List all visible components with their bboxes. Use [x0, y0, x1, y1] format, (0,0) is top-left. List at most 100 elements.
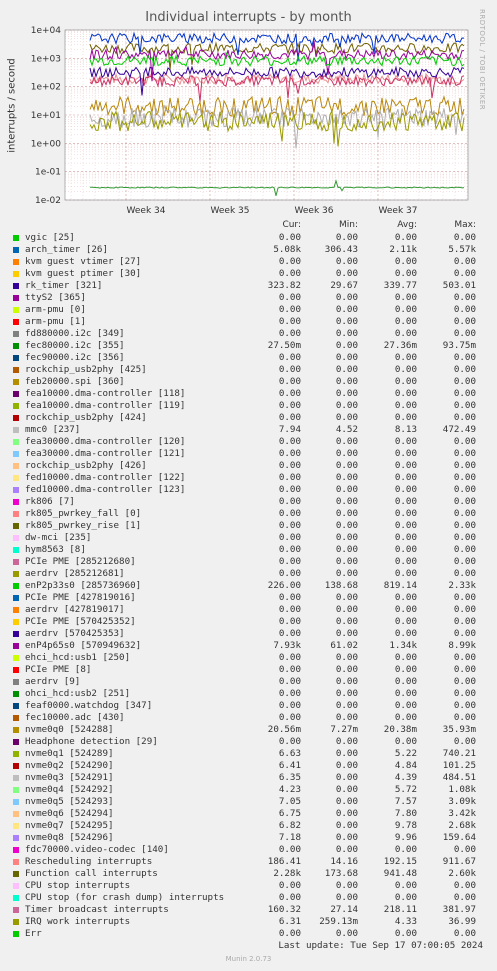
legend-value-avg: 0.00	[394, 400, 417, 411]
legend-value-cur: 6.82	[278, 820, 301, 831]
legend-value-avg: 0.00	[394, 544, 417, 555]
legend-value-min: 0.00	[335, 820, 358, 831]
header-max: Max:	[454, 220, 476, 230]
legend-series-name: rockchip_usb2phy [424]	[25, 412, 147, 423]
legend-series-name: fea10000.dma-controller [119]	[25, 400, 186, 411]
legend-value-max: 0.00	[453, 736, 476, 747]
legend-value-cur: 0.00	[278, 556, 301, 567]
legend-value-max: 0.00	[453, 556, 476, 567]
legend-swatch	[13, 619, 19, 625]
legend-series-name: arch_timer [26]	[25, 244, 108, 255]
legend-value-max: 0.00	[453, 436, 476, 447]
legend-value-avg: 0.00	[394, 628, 417, 639]
legend-value-cur: 0.00	[278, 484, 301, 495]
legend-value-max: 0.00	[453, 700, 476, 711]
legend-row: rk805_pwrkey_rise [1] 0.00 0.00 0.00 0.00	[0, 520, 497, 532]
legend-value-min: 0.00	[335, 880, 358, 891]
legend-value-min: 0.00	[335, 760, 358, 771]
legend-value-avg: 4.39	[394, 772, 417, 783]
legend-value-min: 0.00	[335, 268, 358, 279]
legend-value-avg: 0.00	[394, 688, 417, 699]
legend-value-max: 35.93m	[442, 724, 476, 735]
legend-series-name: nvme0q8 [524296]	[25, 832, 114, 843]
legend-row: PCIe PME [285212680] 0.00 0.00 0.00 0.00	[0, 556, 497, 568]
y-tick-label: 1e-01	[35, 168, 61, 178]
x-tick-label: Week 35	[211, 206, 250, 215]
legend-value-max: 0.00	[453, 412, 476, 423]
legend-row: fed10000.dma-controller [122] 0.00 0.00 0.0…	[0, 472, 497, 484]
legend-value-cur: 0.00	[278, 436, 301, 447]
legend-swatch	[13, 535, 19, 541]
legend-row: mmc0 [237] 7.94 4.52 8.13 472.49	[0, 424, 497, 436]
legend-row: fed10000.dma-controller [123] 0.00 0.00 0.0…	[0, 484, 497, 496]
legend-value-min: 0.00	[335, 604, 358, 615]
legend-value-max: 0.00	[453, 892, 476, 903]
legend-value-cur: 0.00	[278, 604, 301, 615]
legend-swatch	[13, 871, 19, 877]
legend-value-avg: 7.80	[394, 808, 417, 819]
legend-row: rk805_pwrkey_fall [0] 0.00 0.00 0.00 0.00	[0, 508, 497, 520]
legend-value-min: 0.00	[335, 652, 358, 663]
header-avg: Avg:	[397, 220, 417, 230]
legend-value-cur: 0.00	[278, 688, 301, 699]
legend-value-cur: 0.00	[278, 292, 301, 303]
legend-series-name: Rescheduling interrupts	[25, 856, 153, 867]
legend-row: Timer broadcast interrupts 160.32 27.14 218…	[0, 904, 497, 916]
legend-value-avg: 0.00	[394, 352, 417, 363]
legend-swatch	[13, 607, 19, 613]
legend-series-name: Function call interrupts	[25, 868, 158, 879]
legend-value-cur: 0.00	[278, 256, 301, 267]
legend-series-name: kvm guest vtimer [27]	[25, 256, 142, 267]
legend-swatch	[13, 463, 19, 469]
legend-series-name: fea30000.dma-controller [121]	[25, 448, 186, 459]
legend-row: PCIe PME [570425352] 0.00 0.00 0.00 0.00	[0, 616, 497, 628]
legend-value-min: 0.00	[335, 568, 358, 579]
legend-row: Headphone detection [29] 0.00 0.00 0.00 0.00	[0, 736, 497, 748]
legend-series-name: rockchip_usb2phy [425]	[25, 364, 147, 375]
legend-swatch	[13, 751, 19, 757]
legend-value-cur: 7.05	[278, 796, 301, 807]
legend-row: rk806 [7] 0.00 0.00 0.00 0.00	[0, 496, 497, 508]
legend-value-min: 29.67	[330, 280, 358, 291]
legend-series-name: fea30000.dma-controller [120]	[25, 436, 186, 447]
legend-value-cur: 0.00	[278, 472, 301, 483]
last-update: Last update: Tue Sep 17 07:00:05 2024	[278, 940, 483, 951]
legend-value-cur: 0.00	[278, 676, 301, 687]
legend-series-name: dw-mci [235]	[25, 532, 92, 543]
legend-row: fea10000.dma-controller [119] 0.00 0.00 0.0…	[0, 400, 497, 412]
legend-swatch	[13, 487, 19, 493]
legend-value-cur: 6.75	[278, 808, 301, 819]
legend-value-min: 259.13m	[319, 916, 358, 927]
legend-row: arch_timer [26] 5.08k 306.43 2.11k 5.57k	[0, 244, 497, 256]
legend-value-min: 0.00	[335, 700, 358, 711]
legend-value-max: 0.00	[453, 928, 476, 939]
legend-value-avg: 4.84	[394, 760, 417, 771]
legend-swatch	[13, 823, 19, 829]
legend-value-min: 0.00	[335, 688, 358, 699]
legend-swatch	[13, 895, 19, 901]
legend-row: rockchip_usb2phy [426] 0.00 0.00 0.00 0.00	[0, 460, 497, 472]
legend-value-min: 0.00	[335, 832, 358, 843]
legend-series-name: aerdrv [427819017]	[25, 604, 125, 615]
legend-value-max: 0.00	[453, 532, 476, 543]
legend-value-avg: 5.22	[394, 748, 417, 759]
legend-value-min: 0.00	[335, 352, 358, 363]
legend-swatch	[13, 343, 19, 349]
legend-series-name: ohci_hcd:usb2 [251]	[25, 688, 131, 699]
legend-row: nvme0q3 [524291] 6.35 0.00 4.39 484.51	[0, 772, 497, 784]
legend-value-min: 0.00	[335, 892, 358, 903]
legend-value-max: 0.00	[453, 364, 476, 375]
legend-value-avg: 0.00	[394, 928, 417, 939]
legend-value-min: 0.00	[335, 328, 358, 339]
legend-row: kvm guest ptimer [30] 0.00 0.00 0.00 0.00	[0, 268, 497, 280]
legend-value-avg: 0.00	[394, 268, 417, 279]
legend-value-max: 0.00	[453, 508, 476, 519]
legend-value-avg: 8.13	[394, 424, 417, 435]
legend-value-max: 159.64	[442, 832, 476, 843]
legend-value-min: 0.00	[335, 376, 358, 387]
legend-value-max: 503.01	[442, 280, 476, 291]
legend-value-cur: 5.08k	[273, 244, 301, 255]
legend-row: Rescheduling interrupts 186.41 14.16 192.15…	[0, 856, 497, 868]
legend-value-max: 93.75m	[442, 340, 476, 351]
legend-swatch	[13, 739, 19, 745]
